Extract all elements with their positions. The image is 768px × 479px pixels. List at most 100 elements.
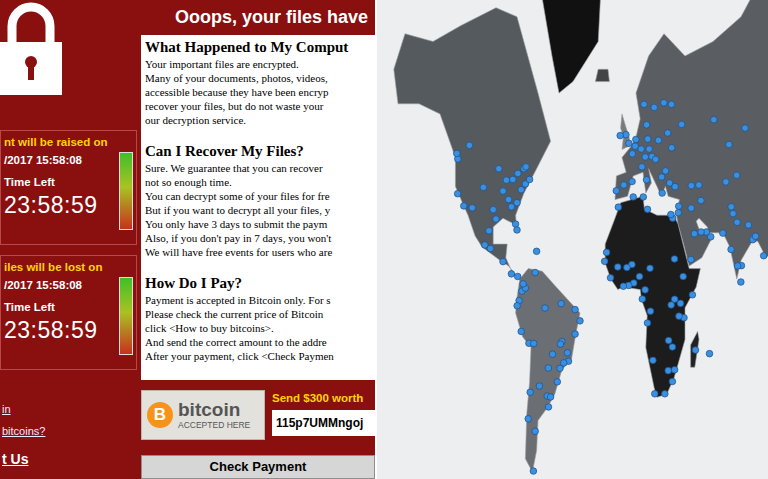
countdown: 23:58:59 [4,315,115,345]
infection-dot [643,177,650,184]
infection-dot [632,143,639,150]
infection-dot [630,194,637,201]
infection-dot [646,146,653,153]
infection-dot [638,146,645,153]
infection-dot [651,390,658,397]
infection-dot [738,279,745,286]
time-left-label: Time Left [4,299,115,315]
link[interactable]: t Us [2,450,137,468]
send-block: Send $300 worth115p7UMMngoj [272,390,375,440]
infection-dot [677,300,684,307]
message-line: Many of your documents, photos, videos, [145,71,372,85]
link[interactable]: in [2,402,137,416]
infection-dot [642,287,649,294]
infection-dot [640,194,647,201]
infection-dot [520,281,527,288]
timer-label: nt will be raised on [4,134,133,150]
infection-dot [675,209,682,216]
timer-box: nt will be raised on/2017 15:58:08 Time L… [0,130,137,245]
infection-dot [626,140,633,147]
infection-dot [518,186,525,193]
right-column: Ooops, your files haveWhat Happened to M… [141,0,375,479]
infection-dot [676,313,683,320]
timer-date: /2017 15:58:08 [4,152,115,168]
message-line: click <How to buy bitcoins>. [145,321,372,335]
infection-dot [493,216,500,223]
progress-bar [119,277,133,355]
infection-dot [734,219,741,226]
infection-dot [742,125,749,132]
infection-dot [505,196,512,203]
infection-dot [733,172,740,179]
message-line: Also, if you don't pay in 7 days, you wo… [145,231,372,245]
infection-dot [688,205,695,212]
infection-dot [454,190,461,197]
infection-dot [629,178,636,185]
infection-dot [734,263,741,270]
infection-dot [480,184,487,191]
infection-dot [518,328,525,335]
infection-dot [698,197,705,204]
infection-dot [665,337,672,344]
infection-dot [639,164,646,171]
infection-dot [760,252,767,259]
infection-dot [629,151,636,158]
infection-dot [688,182,695,189]
link-list: in bitcoins? t Us [0,402,137,468]
infection-dot [669,378,676,385]
infection-dot [536,383,543,390]
message-section: What Happened to My ComputYour important… [145,37,372,127]
infection-dot [572,306,579,313]
infection-dot [643,122,650,129]
message-line: our decryption service. [145,113,372,127]
infection-dot [652,156,659,163]
infection-dot [530,468,537,475]
infection-dot [720,230,727,237]
timer-box: iles will be lost on/2017 15:58:08Time L… [0,255,137,370]
infection-dot [647,265,654,272]
check-payment-button[interactable]: Check Payment [141,455,375,479]
infection-dot [601,258,608,265]
infection-dot [707,234,714,241]
bitcoin-address[interactable]: 115p7UMMngoj [272,410,375,436]
infection-dot [514,199,521,206]
infection-dot [671,366,678,373]
progress-fill [120,278,132,354]
infection-dot [641,101,648,108]
infection-dot [490,206,497,213]
time-left-label: Time Left [4,174,115,190]
landmass [605,196,700,397]
infection-dot [523,164,530,171]
infection-dot [469,204,476,211]
infection-dot [668,302,675,309]
infection-dot [557,341,564,348]
infection-dot [547,394,554,401]
progress-bar [119,152,133,230]
infection-dot [672,183,679,190]
message-line: You can decrypt some of your files for f… [145,189,372,203]
infection-dot [577,318,584,325]
infection-dot [655,137,662,144]
infection-dot [644,320,651,327]
badge-caption: ACCEPTED HERE [178,420,250,431]
window-title: Ooops, your files have [141,0,375,35]
infection-dot [624,264,631,271]
infection-dot [508,271,515,278]
infection-dot [461,203,468,210]
infection-dot [728,204,735,211]
message-section: How Do I Pay?Payment is accepted in Bitc… [145,273,372,363]
infection-dot [613,187,620,194]
infection-dot [698,229,705,236]
infection-dot [696,182,703,189]
countdown: 23:58:59 [4,190,115,220]
infection-dot [545,365,552,372]
infection-dot [496,165,503,172]
message-line: But if you want to decrypt all your file… [145,203,372,217]
message-line: Payment is accepted in Bitcoin only. For… [145,293,372,307]
link[interactable]: bitcoins? [2,424,137,438]
infection-dot [482,242,489,249]
infection-dot [558,300,565,307]
infection-dot [515,170,522,177]
infection-dot [680,273,687,280]
badge-texts: bitcoinACCEPTED HERE [178,399,250,431]
